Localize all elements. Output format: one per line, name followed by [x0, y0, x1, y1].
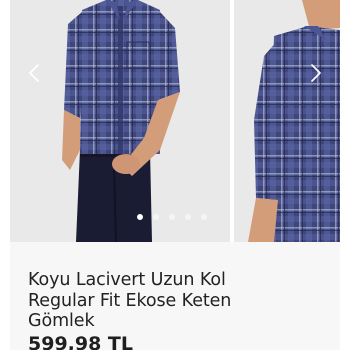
chevron-left-icon: [29, 64, 39, 82]
model-side-image: [234, 0, 340, 242]
product-image-carousel[interactable]: [0, 0, 350, 242]
product-page: Koyu Lacivert Uzun Kol Regular Fit Ekose…: [0, 0, 350, 350]
carousel-dot-3[interactable]: [169, 214, 175, 220]
carousel-pagination: [137, 214, 207, 220]
previous-image-button[interactable]: [22, 59, 46, 87]
product-title: Koyu Lacivert Uzun Kol Regular Fit Ekose…: [28, 270, 333, 332]
product-price: 599,98 TL: [28, 333, 134, 350]
model-front-image: [10, 0, 230, 242]
carousel-dot-4[interactable]: [185, 214, 191, 220]
carousel-dot-1[interactable]: [137, 214, 143, 220]
carousel-dot-5[interactable]: [201, 214, 207, 220]
product-title-line-2: Regular Fit Ekose Keten: [28, 290, 232, 311]
product-photo-side[interactable]: [234, 0, 340, 242]
next-image-button[interactable]: [304, 59, 328, 87]
product-info-panel: Koyu Lacivert Uzun Kol Regular Fit Ekose…: [10, 242, 340, 350]
product-title-line-1: Koyu Lacivert Uzun Kol: [28, 270, 226, 290]
carousel-dot-2[interactable]: [153, 214, 159, 220]
product-title-line-3: Gömlek: [28, 311, 95, 331]
product-photo-front[interactable]: [10, 0, 230, 242]
chevron-right-icon: [311, 64, 321, 82]
